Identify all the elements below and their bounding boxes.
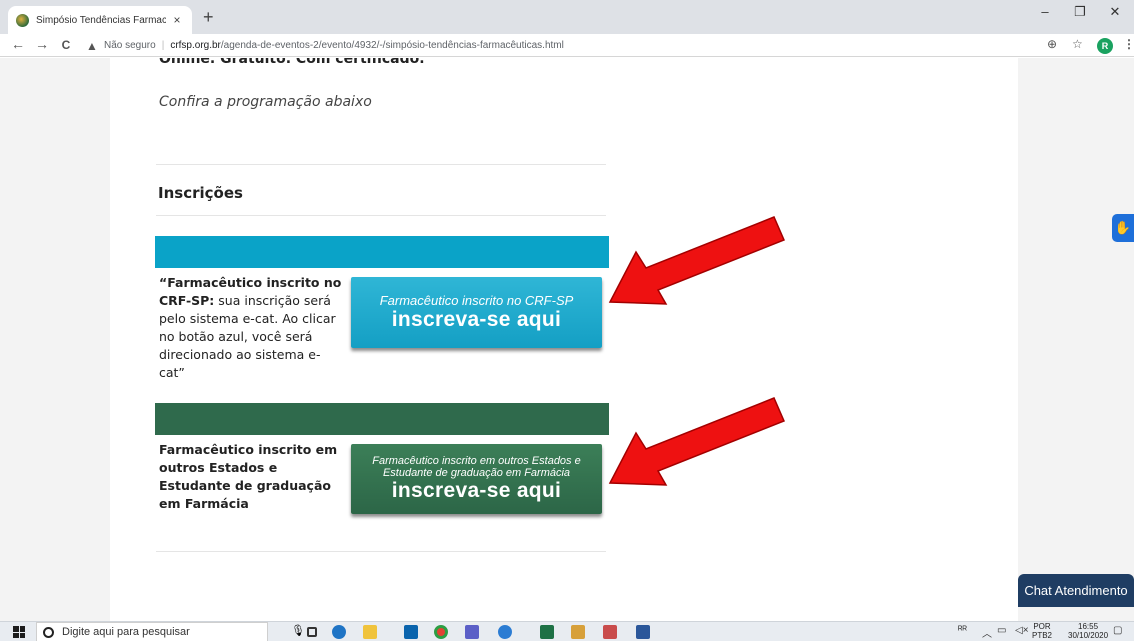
excel-icon[interactable]	[540, 625, 554, 639]
close-window-button[interactable]: ✕	[1100, 4, 1130, 20]
reload-button[interactable]: C	[58, 38, 74, 52]
red-arrow-icon	[608, 216, 785, 305]
register-other-states-button[interactable]: Farmacêutico inscrito em outros Estados …	[351, 444, 602, 514]
security-label: Não seguro	[104, 40, 156, 51]
register-other-states-button-caption: Farmacêutico inscrito em outros Estados …	[372, 455, 581, 479]
new-tab-button[interactable]: +	[203, 8, 214, 26]
taskbar-clock[interactable]: 16:55 30/10/2020	[1068, 622, 1108, 640]
task-view-icon[interactable]	[307, 627, 317, 637]
crf-sp-description: “Farmacêutico inscrito no CRF-SP: sua in…	[159, 274, 344, 382]
app-icon[interactable]	[571, 625, 585, 639]
url-host: crfsp.org.br	[170, 40, 221, 51]
right-gutter	[1018, 58, 1134, 621]
chat-support-button[interactable]: Chat Atendimento	[1018, 574, 1134, 607]
browser-tab-strip: Simpósio Tendências Farmacêutic × + – ❐ …	[0, 0, 1134, 34]
windows-start-icon[interactable]	[13, 626, 25, 638]
site-favicon-icon	[16, 13, 29, 27]
app-icon[interactable]	[603, 625, 617, 639]
outlook-icon[interactable]	[404, 625, 418, 639]
edge-icon[interactable]	[332, 625, 346, 639]
program-note: Confira a programação abaixo	[159, 94, 372, 110]
url-separator: |	[161, 40, 165, 51]
address-bar-row: ← → C ▲ Não seguro | crfsp.org.br /agend…	[0, 34, 1134, 57]
word-icon[interactable]	[636, 625, 650, 639]
taskbar-search-placeholder: Digite aqui para pesquisar	[62, 626, 190, 638]
zoom-icon[interactable]: ⊕	[1047, 37, 1057, 51]
restore-button[interactable]: ❐	[1065, 4, 1095, 20]
windows-taskbar: Digite aqui para pesquisar 🎙 ᴿᴿ ︿ ▭ ◁× P…	[0, 621, 1134, 641]
menu-icon[interactable]: ⋮	[1123, 37, 1134, 51]
register-crf-sp-button[interactable]: Farmacêutico inscrito no CRF-SP inscreva…	[351, 277, 602, 348]
register-crf-sp-button-caption: Farmacêutico inscrito no CRF-SP	[379, 293, 574, 308]
page-viewport: Online. Gratuito. Com certificado. Confi…	[0, 58, 1134, 621]
divider	[156, 164, 606, 165]
internet-explorer-icon[interactable]	[498, 625, 512, 639]
warning-icon: ▲	[86, 38, 98, 53]
cortana-icon	[43, 626, 54, 638]
file-explorer-icon[interactable]	[363, 625, 377, 639]
tab-close-icon[interactable]: ×	[170, 13, 184, 27]
profile-avatar[interactable]: R	[1097, 38, 1113, 54]
clock-time: 16:55	[1078, 622, 1099, 631]
red-arrow-icon	[608, 397, 785, 486]
other-states-description: Farmacêutico inscrito em outros Estados …	[159, 441, 339, 513]
language-variant: PTB2	[1032, 631, 1053, 640]
minimize-button[interactable]: –	[1030, 4, 1060, 19]
back-button[interactable]: ←	[10, 36, 26, 52]
chevron-up-icon[interactable]: ︿	[982, 625, 992, 640]
url-omnibox[interactable]: ▲ Não seguro | crfsp.org.br /agenda-de-e…	[86, 35, 1086, 56]
divider	[156, 215, 606, 216]
speaker-icon[interactable]: ◁×	[1015, 625, 1029, 636]
left-gutter	[0, 58, 110, 621]
teams-icon[interactable]	[465, 625, 479, 639]
register-other-states-button-label: inscreva-se aqui	[391, 479, 562, 502]
language-code: POR	[1033, 622, 1051, 631]
register-crf-sp-button-label: inscreva-se aqui	[391, 308, 562, 331]
notification-icon[interactable]: ▢	[1113, 625, 1122, 636]
other-states-description-bold: Farmacêutico inscrito em outros Estados …	[159, 442, 338, 511]
network-icon[interactable]: ▭	[997, 625, 1006, 636]
microphone-icon[interactable]: 🎙	[291, 624, 305, 638]
blue-section-band	[155, 236, 609, 268]
accessibility-hand-icon[interactable]: ✋	[1112, 214, 1134, 242]
url-path: /agenda-de-eventos-2/evento/4932/-/simpó…	[220, 40, 564, 51]
tab-title: Simpósio Tendências Farmacêutic	[36, 14, 166, 26]
green-section-band	[155, 403, 609, 435]
language-indicator[interactable]: POR PTB2	[1032, 622, 1052, 640]
clock-date: 30/10/2020	[1068, 631, 1109, 640]
forward-button[interactable]: →	[34, 36, 50, 52]
divider	[156, 551, 606, 552]
browser-tab[interactable]: Simpósio Tendências Farmacêutic ×	[8, 6, 192, 34]
event-summary-text: Online. Gratuito. Com certificado.	[159, 58, 425, 67]
chrome-icon[interactable]	[434, 625, 448, 639]
people-icon[interactable]: ᴿᴿ	[958, 625, 967, 636]
section-title: Inscrições	[158, 184, 243, 202]
taskbar-search[interactable]: Digite aqui para pesquisar	[36, 622, 268, 641]
star-icon[interactable]: ☆	[1072, 37, 1083, 51]
